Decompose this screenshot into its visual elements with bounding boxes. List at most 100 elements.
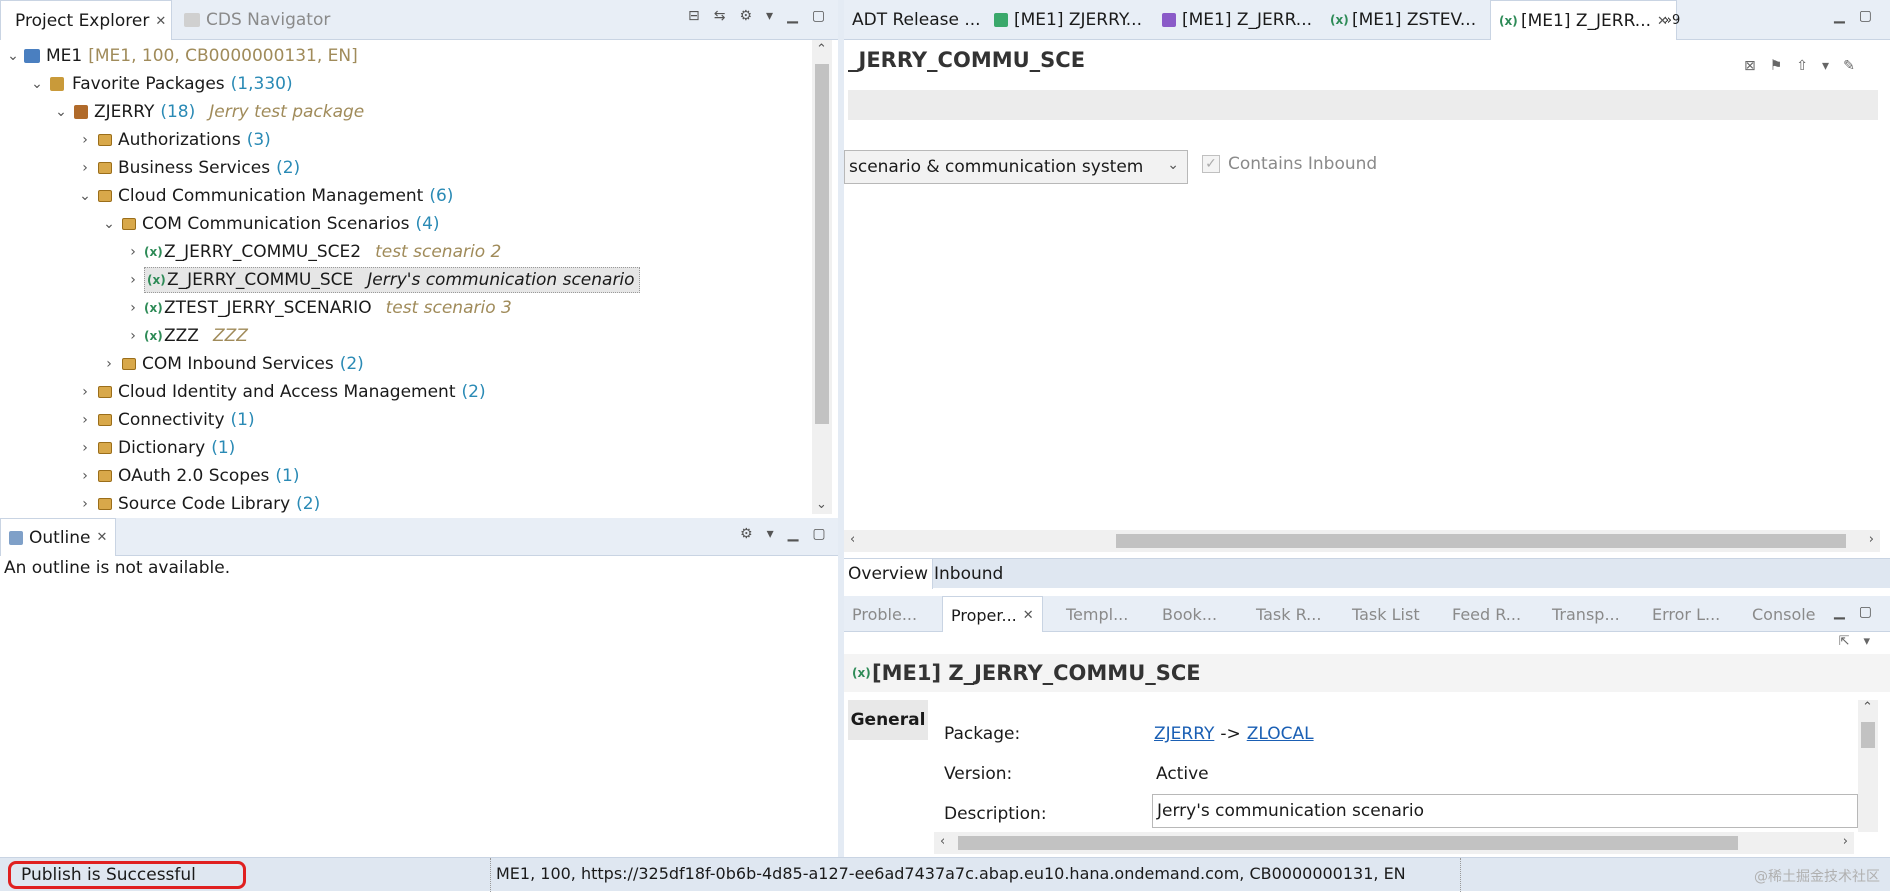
filter-icon[interactable]: ⚙ xyxy=(740,526,753,542)
scroll-right-icon[interactable]: › xyxy=(1843,834,1848,849)
chevron-right-icon[interactable]: › xyxy=(122,272,144,288)
tree-node-connectivity[interactable]: › Connectivity (1) xyxy=(74,406,254,434)
section-general[interactable]: General xyxy=(848,700,928,740)
chevron-right-icon[interactable]: › xyxy=(122,328,144,344)
tab-zstev[interactable]: (x) [ME1] ZSTEV... xyxy=(1322,0,1484,40)
tab-z-jerr-active[interactable]: (x) [ME1] Z_JERR... ✕ xyxy=(1490,0,1677,41)
tab-error-log[interactable]: Error L... xyxy=(1644,596,1728,632)
chevron-down-icon[interactable]: ⌄ xyxy=(26,76,48,92)
chevron-right-icon[interactable]: › xyxy=(74,440,96,456)
scroll-thumb[interactable] xyxy=(1116,534,1846,548)
properties-hscrollbar[interactable]: ‹ › xyxy=(934,832,1854,854)
chevron-down-icon[interactable]: ▾ xyxy=(1822,58,1829,74)
scroll-up-icon[interactable]: ⌃ xyxy=(1862,700,1873,715)
tree-node-dictionary[interactable]: › Dictionary (1) xyxy=(74,434,235,462)
link-editor-icon[interactable]: ⇆ xyxy=(714,8,726,24)
tab-inbound[interactable]: Inbound xyxy=(930,559,1007,589)
tree-node-authorizations[interactable]: › Authorizations (3) xyxy=(74,126,271,154)
tab-cds-navigator[interactable]: CDS Navigator xyxy=(176,0,338,40)
checkbox-icon[interactable]: ✓ xyxy=(1202,155,1220,173)
tab-templates[interactable]: Templ... xyxy=(1058,596,1136,632)
scroll-left-icon[interactable]: ‹ xyxy=(940,834,945,849)
tree-node-zzz[interactable]: › (x) ZZZ ZZZ xyxy=(122,322,248,350)
description-field[interactable]: Jerry's communication scenario xyxy=(1152,794,1858,828)
tree-node-business-services[interactable]: › Business Services (2) xyxy=(74,154,300,182)
chevron-right-icon[interactable]: › xyxy=(122,244,144,260)
scroll-left-icon[interactable]: ‹ xyxy=(850,532,855,547)
editor-hscrollbar[interactable]: ‹ › xyxy=(844,530,1880,552)
filter-icon[interactable]: ⚙ xyxy=(739,8,752,24)
chevron-right-icon[interactable]: › xyxy=(74,468,96,484)
contains-inbound[interactable]: ✓ Contains Inbound xyxy=(1202,154,1377,174)
tab-problems[interactable]: Proble... xyxy=(844,596,925,632)
tab-console[interactable]: Console xyxy=(1744,596,1824,632)
run-icon[interactable]: ⚑ xyxy=(1770,58,1783,74)
scroll-down-icon[interactable]: ⌄ xyxy=(816,497,827,512)
tree-node-oauth[interactable]: › OAuth 2.0 Scopes (1) xyxy=(74,462,299,490)
selected-node[interactable]: (x) Z_JERRY_COMMU_SCE Jerry's communicati… xyxy=(144,267,640,293)
tab-adt-release[interactable]: ADT Release ... xyxy=(844,0,989,40)
tree-scrollbar[interactable]: ⌃ ⌄ xyxy=(812,40,832,514)
minimize-icon[interactable]: ▁ xyxy=(788,526,799,542)
collapse-all-icon[interactable]: ⊟ xyxy=(688,8,700,24)
chevron-right-icon[interactable]: › xyxy=(74,412,96,428)
chevron-down-icon[interactable]: ⌄ xyxy=(98,216,120,232)
tree-node-com-inbound[interactable]: › COM Inbound Services (2) xyxy=(98,350,364,378)
tree-node-sce2[interactable]: › (x) Z_JERRY_COMMU_SCE2 test scenario 2 xyxy=(122,238,501,266)
minimize-icon[interactable]: ▁ xyxy=(787,8,798,24)
maximize-icon[interactable]: ▢ xyxy=(812,526,825,542)
view-menu-icon[interactable]: ▾ xyxy=(766,8,773,24)
tree-node-favorites[interactable]: ⌄ Favorite Packages (1,330) xyxy=(26,70,292,98)
chevron-right-icon[interactable]: › xyxy=(74,496,96,512)
tree-node-sce[interactable]: › (x) Z_JERRY_COMMU_SCE Jerry's communica… xyxy=(122,266,640,294)
tree-node-root[interactable]: ⌄ ME1 [ME1, 100, CB0000000131, EN] xyxy=(2,42,358,70)
tree-node-cloud-identity[interactable]: › Cloud Identity and Access Management (2… xyxy=(74,378,485,406)
chevron-right-icon[interactable]: › xyxy=(74,384,96,400)
chevron-right-icon[interactable]: › xyxy=(122,300,144,316)
scroll-thumb[interactable] xyxy=(958,836,1738,850)
properties-vscrollbar[interactable]: ⌃ xyxy=(1858,700,1878,832)
edit-icon[interactable]: ✎ xyxy=(1843,58,1855,74)
chevron-right-icon[interactable]: › xyxy=(74,132,96,148)
stop-icon[interactable]: ⊠ xyxy=(1744,58,1756,74)
tab-feed-reader[interactable]: Feed R... xyxy=(1444,596,1529,632)
tree-node-source-code[interactable]: › Source Code Library (2) xyxy=(74,490,320,518)
tab-z-jerr-1[interactable]: [ME1] Z_JERR... xyxy=(1154,0,1320,40)
scroll-thumb[interactable] xyxy=(815,64,829,424)
pin-icon[interactable]: ⇱ xyxy=(1839,634,1850,649)
scroll-up-icon[interactable]: ⌃ xyxy=(816,42,827,57)
view-menu-icon[interactable]: ▾ xyxy=(767,526,774,542)
maximize-icon[interactable]: ▢ xyxy=(812,8,825,24)
tab-properties[interactable]: Proper... ✕ xyxy=(942,596,1043,633)
package-link-zjerry[interactable]: ZJERRY xyxy=(1154,724,1214,744)
tree-node-ztest[interactable]: › (x) ZTEST_JERRY_SCENARIO test scenario 3 xyxy=(122,294,512,322)
scenario-dropdown[interactable]: scenario & communication system ⌄ xyxy=(844,150,1188,184)
tab-task-list[interactable]: Task List xyxy=(1344,596,1428,632)
tree-node-com-scenarios[interactable]: ⌄ COM Communication Scenarios (4) xyxy=(98,210,439,238)
close-icon[interactable]: ✕ xyxy=(97,530,108,545)
tab-bookmarks[interactable]: Book... xyxy=(1154,596,1225,632)
chevron-down-icon[interactable]: ⌄ xyxy=(2,48,24,64)
scroll-thumb[interactable] xyxy=(1861,722,1875,748)
tab-transport[interactable]: Transp... xyxy=(1544,596,1628,632)
close-icon[interactable]: ✕ xyxy=(1023,608,1034,623)
tree-node-zjerry[interactable]: ⌄ ZJERRY (18) Jerry test package xyxy=(50,98,364,126)
package-link-zlocal[interactable]: ZLOCAL xyxy=(1247,724,1314,744)
tab-zjerry[interactable]: [ME1] ZJERRY... xyxy=(986,0,1150,40)
maximize-icon[interactable]: ▢ xyxy=(1859,604,1872,620)
minimize-icon[interactable]: ▁ xyxy=(1834,8,1845,24)
tab-outline[interactable]: Outline ✕ xyxy=(0,518,117,556)
scroll-right-icon[interactable]: › xyxy=(1869,532,1874,547)
publish-icon[interactable]: ⇧ xyxy=(1796,58,1808,74)
maximize-icon[interactable]: ▢ xyxy=(1859,8,1872,24)
tree-node-cloud-comm-mgmt[interactable]: ⌄ Cloud Communication Management (6) xyxy=(74,182,453,210)
chevron-down-icon[interactable]: ⌄ xyxy=(50,104,72,120)
minimize-icon[interactable]: ▁ xyxy=(1834,604,1845,620)
tab-overflow[interactable]: »9 xyxy=(1656,0,1688,40)
tab-project-explorer[interactable]: Project Explorer ✕ xyxy=(0,0,172,41)
chevron-down-icon[interactable]: ⌄ xyxy=(74,188,96,204)
tab-overview[interactable]: Overview xyxy=(844,559,934,589)
chevron-right-icon[interactable]: › xyxy=(98,356,120,372)
tab-task-repos[interactable]: Task R... xyxy=(1248,596,1329,632)
close-icon[interactable]: ✕ xyxy=(155,14,166,29)
